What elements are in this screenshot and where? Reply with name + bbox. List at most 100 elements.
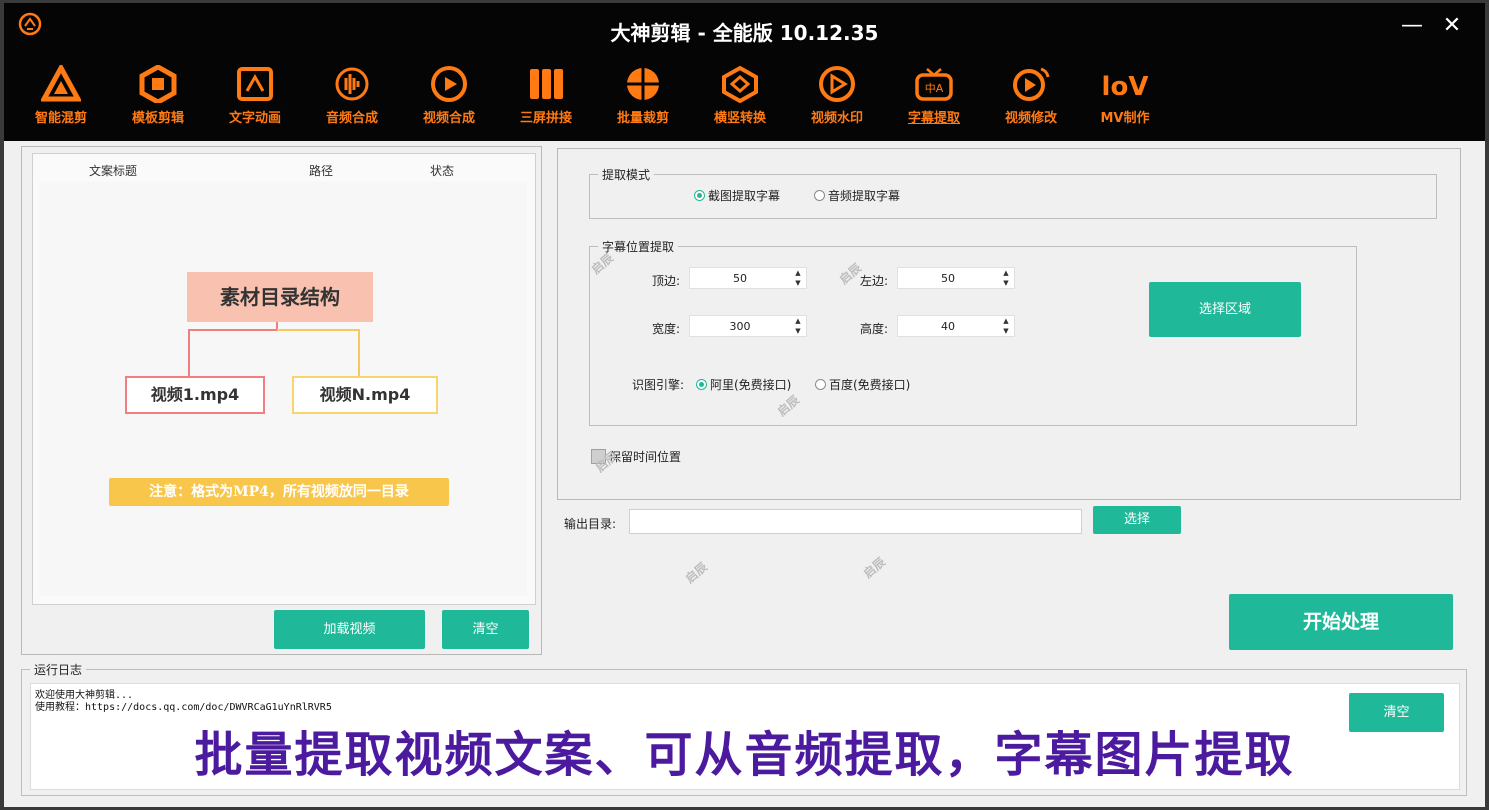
nav-label: 文字动画 [228, 111, 281, 126]
triangle-logo-icon [41, 65, 81, 102]
radio-dot-selected [694, 190, 705, 201]
nav-video-modify[interactable]: 视频修改 [983, 65, 1079, 126]
video-circle-icon [431, 66, 467, 102]
subtitle-position-legend: 字幕位置提取 [602, 240, 675, 254]
engine-label: 识图引擎: [632, 378, 685, 392]
radio-engine-ali[interactable]: 阿里(免费接口) [696, 376, 791, 393]
column-title[interactable]: 文案标题 [89, 162, 137, 179]
hexagon-q-icon [139, 65, 177, 103]
height-spinner[interactable]: 40 ▲ ▼ [897, 315, 1015, 337]
top-toolbar: 大神剪辑 - 全能版 10.12.35 — ✕ 智能混剪 模板剪辑 文字动画 音… [4, 3, 1485, 141]
video-edit-icon [1013, 67, 1050, 101]
height-label: 高度: [860, 322, 889, 336]
width-spinner[interactable]: 300 ▲ ▼ [689, 315, 807, 337]
radio-label: 百度(免费接口) [829, 378, 911, 392]
nav-label: MV制作 [1100, 111, 1150, 126]
column-status[interactable]: 状态 [430, 162, 454, 179]
nav-label: 视频合成 [422, 111, 475, 126]
nav-mv-make[interactable]: loV MV制作 [1077, 65, 1173, 126]
app-window: 大神剪辑 - 全能版 10.12.35 — ✕ 智能混剪 模板剪辑 文字动画 音… [4, 3, 1485, 807]
svg-text:loV: loV [1102, 72, 1148, 102]
diagram-root-node: 素材目录结构 [187, 272, 373, 322]
nav-watermark[interactable]: 视频水印 [789, 65, 885, 126]
diagram-child-n: 视频N.mp4 [292, 376, 438, 414]
nav-label: 三屏拼接 [519, 111, 572, 126]
frame-text-icon [237, 67, 273, 101]
extract-mode-legend: 提取模式 [602, 168, 651, 182]
audio-wave-icon [335, 67, 369, 101]
radio-dot [815, 379, 826, 390]
window-title: 大神剪辑 - 全能版 10.12.35 [610, 21, 879, 45]
spin-down-icon[interactable]: ▼ [998, 278, 1014, 288]
radio-dot [814, 190, 825, 201]
format-notice: 注意：格式为MP4，所有视频放同一目录 [109, 478, 449, 506]
svg-text:中A: 中A [925, 82, 944, 95]
nav-label: 批量裁剪 [616, 111, 669, 126]
nav-label: 字幕提取 [907, 111, 960, 126]
watermark-icon [819, 66, 855, 102]
nav-three-screen[interactable]: 三屏拼接 [498, 65, 594, 126]
nav-label: 视频修改 [1004, 111, 1057, 126]
left-label: 左边: [860, 274, 889, 288]
nav-smart-mix[interactable]: 智能混剪 [13, 65, 109, 126]
nav-subtitle-extract[interactable]: 中A 字幕提取 [886, 65, 982, 126]
rotate-frame-icon [722, 65, 758, 103]
radio-dot-selected [696, 379, 707, 390]
nav-label: 音频合成 [325, 111, 378, 126]
nav-label: 视频水印 [810, 111, 863, 126]
spin-up-icon[interactable]: ▲ [998, 316, 1014, 326]
spin-down-icon[interactable]: ▼ [790, 326, 806, 336]
radio-audio-extract[interactable]: 音频提取字幕 [814, 187, 900, 204]
minimize-button[interactable]: — [1397, 13, 1427, 38]
list-body: 素材目录结构 视频1.mp4 视频N.mp4 注意：格式为MP4，所有视频放同一… [39, 182, 527, 596]
diagram-connectors [188, 310, 360, 380]
start-process-button[interactable]: 开始处理 [1229, 594, 1453, 650]
promo-banner: 批量提取视频文案、可从音频提取，字幕图片提取 [194, 727, 1295, 783]
log-line: 使用教程：https://docs.qq.com/doc/DWVRCaG1uYn… [35, 702, 332, 713]
left-value: 50 [941, 272, 955, 285]
mv-icon: loV [1102, 72, 1148, 102]
output-dir-input[interactable] [629, 509, 1082, 534]
watermark-text: 启辰 [682, 559, 711, 586]
nav-rotate[interactable]: 横竖转换 [692, 65, 788, 126]
nav-label: 横竖转换 [713, 111, 766, 126]
diagram-child-1: 视频1.mp4 [125, 376, 265, 414]
radio-label: 音频提取字幕 [828, 189, 901, 203]
top-label: 顶边: [652, 274, 681, 288]
width-label: 宽度: [652, 322, 681, 336]
spin-down-icon[interactable]: ▼ [790, 278, 806, 288]
clear-list-button[interactable]: 清空 [442, 610, 529, 649]
crop-ball-icon [627, 68, 659, 100]
column-path[interactable]: 路径 [309, 162, 333, 179]
spin-down-icon[interactable]: ▼ [998, 326, 1014, 336]
choose-output-button[interactable]: 选择 [1093, 506, 1181, 534]
load-video-button[interactable]: 加载视频 [274, 610, 425, 649]
three-screen-icon [530, 69, 563, 99]
nav-template-edit[interactable]: 模板剪辑 [110, 65, 206, 126]
nav-text-animation[interactable]: 文字动画 [207, 65, 303, 126]
radio-label: 截图提取字幕 [708, 189, 781, 203]
spin-up-icon[interactable]: ▲ [998, 268, 1014, 278]
height-value: 40 [941, 320, 955, 333]
spin-up-icon[interactable]: ▲ [790, 268, 806, 278]
radio-label: 阿里(免费接口) [710, 378, 792, 392]
nav-video-compose[interactable]: 视频合成 [401, 65, 497, 126]
top-spinner[interactable]: 50 ▲ ▼ [689, 267, 807, 289]
watermark-text: 启辰 [860, 554, 889, 581]
nav-label: 模板剪辑 [131, 111, 184, 126]
top-value: 50 [733, 272, 747, 285]
radio-screenshot-extract[interactable]: 截图提取字幕 [694, 187, 780, 204]
spin-up-icon[interactable]: ▲ [790, 316, 806, 326]
close-button[interactable]: ✕ [1437, 13, 1467, 38]
video-list[interactable]: 文案标题 路径 状态 素材目录结构 视频1.mp4 视频N.mp4 注意：格式为… [32, 153, 536, 605]
nav-label: 智能混剪 [34, 111, 87, 126]
nav-batch-crop[interactable]: 批量裁剪 [595, 65, 691, 126]
select-area-button[interactable]: 选择区域 [1149, 282, 1301, 337]
left-spinner[interactable]: 50 ▲ ▼ [897, 267, 1015, 289]
nav-audio-compose[interactable]: 音频合成 [304, 65, 400, 126]
output-dir-label: 输出目录: [564, 517, 617, 531]
run-log-legend: 运行日志 [34, 663, 83, 677]
radio-engine-baidu[interactable]: 百度(免费接口) [815, 376, 910, 393]
width-value: 300 [729, 320, 751, 333]
checkbox-label: 保留时间位置 [609, 450, 682, 464]
